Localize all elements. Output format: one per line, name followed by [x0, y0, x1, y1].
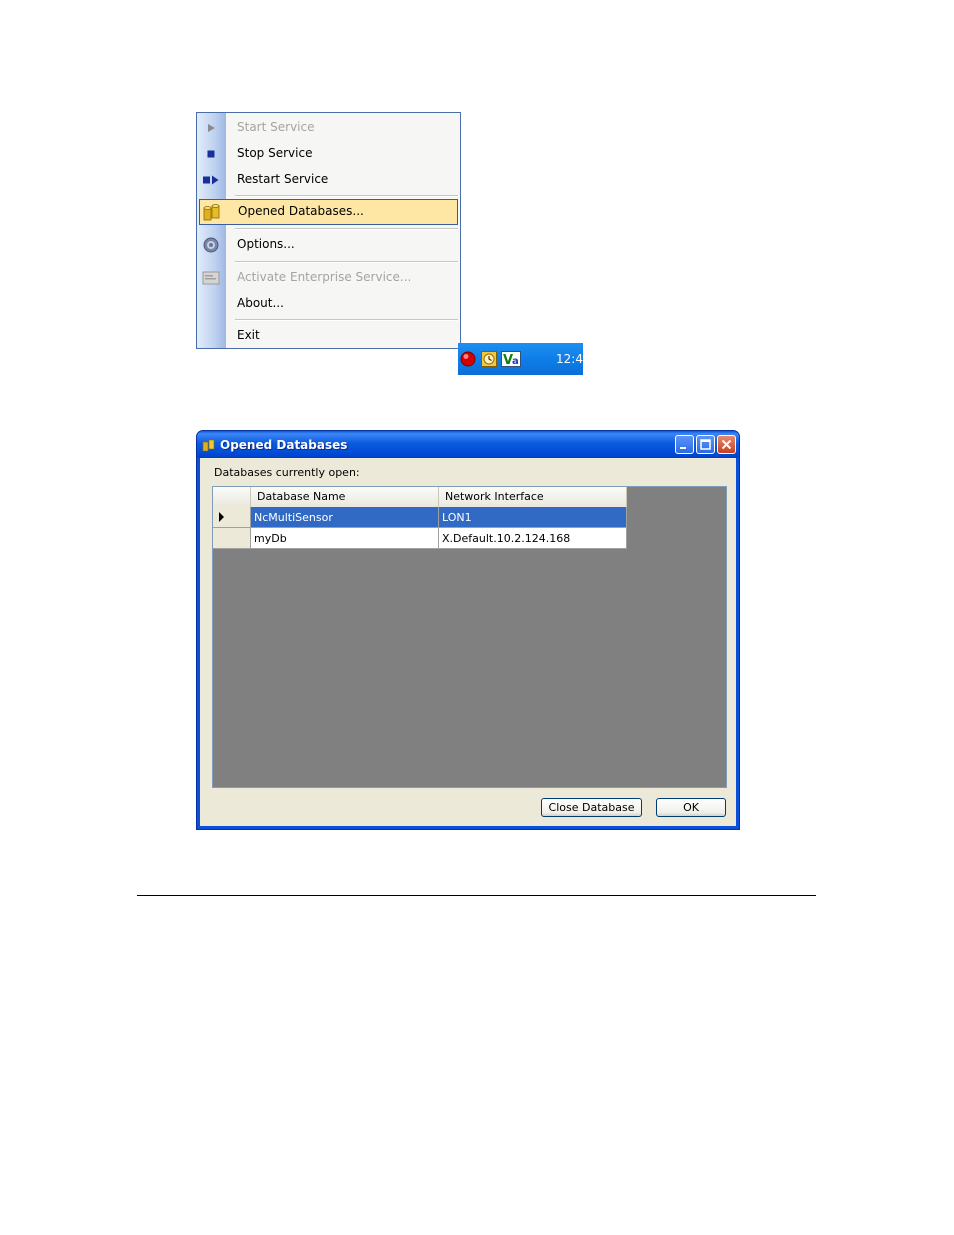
- dialog-title: Opened Databases: [220, 438, 348, 452]
- menu-item-label: Exit: [237, 328, 260, 342]
- menu-separator: [235, 319, 458, 321]
- gear-icon: [201, 235, 221, 255]
- menu-separator: [235, 195, 458, 197]
- menu-item-stop-service[interactable]: Stop Service: [197, 141, 460, 167]
- restart-icon: [201, 170, 221, 190]
- column-header-network-interface[interactable]: Network Interface: [439, 487, 627, 507]
- tray-clock[interactable]: 12:46 PM: [556, 352, 612, 366]
- close-database-button[interactable]: Close Database: [541, 798, 642, 817]
- tray-context-menu: Start Service Stop Service Restart Servi…: [196, 112, 461, 349]
- table-row[interactable]: myDb X.Default.10.2.124.168: [213, 528, 627, 549]
- cell-database-name[interactable]: myDb: [251, 528, 439, 549]
- maximize-button[interactable]: [696, 435, 715, 454]
- menu-item-activate-enterprise-service[interactable]: Activate Enterprise Service...: [197, 265, 460, 291]
- stop-icon: [201, 144, 221, 164]
- menu-item-restart-service[interactable]: Restart Service: [197, 167, 460, 193]
- system-tray: V a 12:46 PM: [458, 343, 612, 375]
- row-header-corner: [213, 487, 251, 507]
- menu-item-label: Activate Enterprise Service...: [237, 270, 412, 284]
- ok-button[interactable]: OK: [656, 798, 726, 817]
- play-icon: [201, 118, 221, 138]
- menu-separator: [235, 261, 458, 263]
- menu-item-start-service[interactable]: Start Service: [197, 115, 460, 141]
- database-icon: [202, 203, 222, 223]
- menu-item-label: About...: [237, 296, 284, 310]
- dialog-client-area: Databases currently open: Database Name …: [200, 458, 736, 826]
- menu-item-label: Stop Service: [237, 146, 313, 160]
- database-icon: [202, 437, 216, 452]
- databases-grid[interactable]: Database Name Network Interface NcMultiS…: [212, 486, 727, 788]
- cell-network-interface[interactable]: X.Default.10.2.124.168: [439, 528, 627, 549]
- menu-item-opened-databases[interactable]: Opened Databases...: [199, 199, 458, 225]
- clock-icon[interactable]: [481, 351, 497, 367]
- menu-item-about[interactable]: About...: [197, 291, 460, 317]
- menu-separator: [235, 228, 458, 230]
- va-icon[interactable]: V a: [501, 351, 521, 368]
- menu-item-label: Options...: [237, 237, 295, 251]
- menu-item-exit[interactable]: Exit: [197, 323, 460, 349]
- row-selector[interactable]: [213, 528, 251, 549]
- menu-item-options[interactable]: Options...: [197, 232, 460, 258]
- svg-text:a: a: [512, 356, 519, 367]
- menu-item-label: Start Service: [237, 120, 315, 134]
- row-selector[interactable]: [213, 507, 251, 528]
- menu-item-label: Restart Service: [237, 172, 329, 186]
- current-row-arrow-icon: [219, 512, 224, 522]
- red-status-icon[interactable]: [460, 351, 476, 367]
- minimize-button[interactable]: [675, 435, 694, 454]
- menu-item-label: Opened Databases...: [238, 204, 364, 218]
- key-card-icon: [201, 268, 221, 288]
- close-button[interactable]: [717, 435, 736, 454]
- page-divider-line: [137, 895, 816, 896]
- cell-network-interface[interactable]: LON1: [439, 507, 627, 528]
- databases-open-label: Databases currently open:: [214, 466, 360, 479]
- dialog-titlebar[interactable]: Opened Databases: [197, 431, 739, 458]
- opened-databases-dialog: Opened Databases Databases currently ope…: [196, 430, 740, 830]
- table-row[interactable]: NcMultiSensor LON1: [213, 507, 627, 528]
- column-header-database-name[interactable]: Database Name: [251, 487, 439, 507]
- cell-database-name[interactable]: NcMultiSensor: [251, 507, 439, 528]
- grid-header: Database Name Network Interface: [213, 487, 627, 508]
